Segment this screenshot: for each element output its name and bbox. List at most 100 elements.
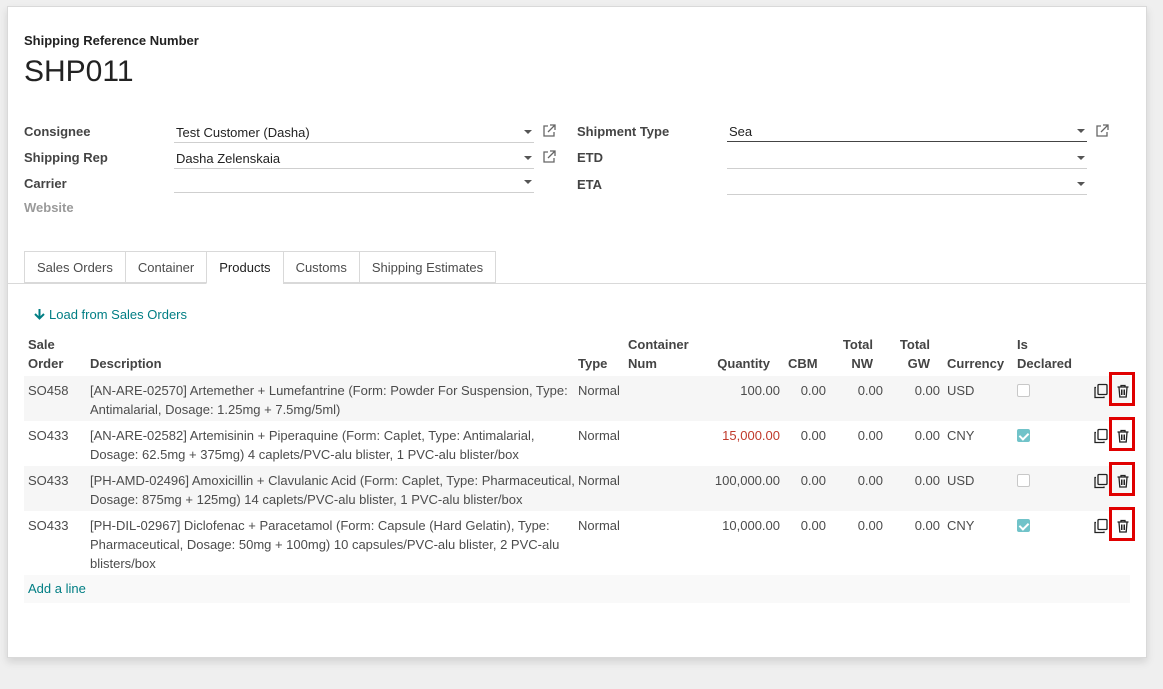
row-quantity: 100,000.00: [714, 473, 780, 488]
shipping-rep-label: Shipping Rep: [24, 150, 108, 165]
tab-shipping-estimates[interactable]: Shipping Estimates: [358, 251, 497, 283]
trash-icon[interactable]: [1115, 473, 1131, 489]
etd-field[interactable]: [727, 147, 1087, 169]
col-currency[interactable]: Currency: [947, 354, 1004, 373]
row-currency: CNY: [947, 428, 975, 443]
row-description: [PH-AMD-02496] Amoxicillin + Clavulanic …: [90, 471, 575, 509]
row-sale-order: SO458: [28, 383, 69, 398]
is-declared-checkbox[interactable]: [1017, 429, 1030, 442]
col-declared-line1: Is: [1017, 337, 1028, 352]
load-from-sales-orders-button[interactable]: Load from Sales Orders: [34, 307, 187, 322]
shipping-rep-value: Dasha Zelenskaia: [176, 151, 281, 166]
row-quantity: 100.00: [740, 383, 780, 398]
description-line: Antimalarial, Dosage: 1.25mg + 7.5mg/5ml…: [90, 402, 341, 417]
row-description: [PH-DIL-02967] Diclofenac + Paracetamol …: [90, 516, 575, 573]
tab-sales-orders[interactable]: Sales Orders: [24, 251, 125, 283]
col-declared-line2: Declared: [1017, 356, 1072, 371]
copy-icon[interactable]: [1093, 383, 1109, 399]
trash-icon[interactable]: [1115, 383, 1131, 399]
col-is-declared[interactable]: Is Declared: [1017, 335, 1072, 373]
arrow-down-icon: [34, 308, 45, 320]
shipping-rep-field[interactable]: Dasha Zelenskaia: [174, 147, 534, 169]
row-total-gw: 0.00: [914, 518, 940, 533]
row-total-nw: 0.00: [857, 473, 883, 488]
is-declared-checkbox[interactable]: [1017, 384, 1030, 397]
row-currency: USD: [947, 473, 975, 488]
chevron-down-icon[interactable]: [524, 180, 532, 184]
tab-customs[interactable]: Customs: [282, 251, 359, 283]
website-label: Website: [24, 200, 74, 215]
shipment-type-field[interactable]: Sea: [727, 120, 1087, 142]
col-description[interactable]: Description: [90, 354, 162, 373]
copy-icon[interactable]: [1093, 518, 1109, 534]
row-type: Normal: [578, 428, 620, 443]
description-line: Pharmaceutical, Dosage: 50mg + 100mg) 10…: [90, 537, 560, 552]
col-quantity[interactable]: Quantity: [698, 354, 770, 373]
tab-container[interactable]: Container: [124, 251, 207, 283]
row-type: Normal: [578, 473, 620, 488]
eta-field[interactable]: [727, 173, 1087, 195]
chevron-down-icon[interactable]: [524, 156, 532, 160]
shipping-reference-number: SHP011: [24, 55, 134, 88]
col-total-nw[interactable]: Total NW: [828, 335, 873, 373]
row-description: [AN-ARE-02570] Artemether + Lumefantrine…: [90, 381, 575, 419]
external-link-icon[interactable]: [542, 124, 556, 138]
row-total-nw: 0.00: [857, 428, 883, 443]
description-line: [PH-DIL-02967] Diclofenac + Paracetamol …: [90, 518, 550, 533]
row-quantity: 15,000.00: [722, 428, 780, 443]
row-sale-order: SO433: [28, 428, 69, 443]
row-total-nw: 0.00: [857, 518, 883, 533]
external-link-icon[interactable]: [1095, 124, 1109, 138]
etd-label: ETD: [577, 150, 603, 165]
col-sale-order[interactable]: Sale Order: [28, 335, 63, 373]
shipment-type-label: Shipment Type: [577, 124, 670, 139]
description-line: blisters/box: [90, 556, 156, 571]
row-total-nw: 0.00: [857, 383, 883, 398]
is-declared-checkbox[interactable]: [1017, 474, 1030, 487]
col-type[interactable]: Type: [578, 354, 607, 373]
description-line: [PH-AMD-02496] Amoxicillin + Clavulanic …: [90, 473, 575, 488]
trash-icon[interactable]: [1115, 518, 1131, 534]
shipping-reference-label: Shipping Reference Number: [24, 33, 199, 48]
carrier-label: Carrier: [24, 176, 67, 191]
col-cbm[interactable]: CBM: [788, 354, 818, 373]
row-cbm: 0.00: [800, 518, 826, 533]
consignee-field[interactable]: Test Customer (Dasha): [174, 121, 534, 143]
chevron-down-icon[interactable]: [1077, 182, 1085, 186]
row-cbm: 0.00: [800, 428, 826, 443]
chevron-down-icon[interactable]: [1077, 129, 1085, 133]
description-line: Dosage: 62.5mg + 375mg) 4 caplets/PVC-al…: [90, 447, 519, 462]
consignee-label: Consignee: [24, 124, 91, 139]
chevron-down-icon[interactable]: [524, 130, 532, 134]
row-cbm: 0.00: [800, 383, 826, 398]
col-container-line2: Num: [628, 356, 657, 371]
chevron-down-icon[interactable]: [1077, 156, 1085, 160]
row-currency: USD: [947, 383, 975, 398]
add-a-line-link[interactable]: Add a line: [28, 581, 86, 596]
carrier-field[interactable]: [174, 171, 534, 193]
trash-icon[interactable]: [1115, 428, 1131, 444]
col-gw-line1: Total: [899, 337, 930, 352]
external-link-icon[interactable]: [542, 150, 556, 164]
col-sale-order-line2: Order: [28, 356, 64, 371]
description-line: [AN-ARE-02582] Artemisinin + Piperaquine…: [90, 428, 535, 443]
row-sale-order: SO433: [28, 518, 69, 533]
col-container-line1: Container: [628, 337, 689, 352]
eta-label: ETA: [577, 177, 603, 192]
row-total-gw: 0.00: [914, 428, 940, 443]
copy-icon[interactable]: [1093, 473, 1109, 489]
col-total-gw[interactable]: Total GW: [885, 335, 930, 373]
copy-icon[interactable]: [1093, 428, 1109, 444]
add-line-row: [24, 575, 1130, 603]
row-currency: CNY: [947, 518, 975, 533]
row-total-gw: 0.00: [914, 473, 940, 488]
col-container-num[interactable]: Container Num: [628, 335, 689, 373]
row-cbm: 0.00: [800, 473, 826, 488]
description-line: Dosage: 875mg + 125mg) 14 caplets/PVC-al…: [90, 492, 523, 507]
is-declared-checkbox[interactable]: [1017, 519, 1030, 532]
notebook-tabs: Sales Orders Container Products Customs …: [24, 251, 497, 284]
row-type: Normal: [578, 518, 620, 533]
col-sale-order-line1: Sale: [28, 337, 55, 352]
tab-products[interactable]: Products: [206, 251, 283, 284]
col-nw-line2: NW: [851, 356, 873, 371]
